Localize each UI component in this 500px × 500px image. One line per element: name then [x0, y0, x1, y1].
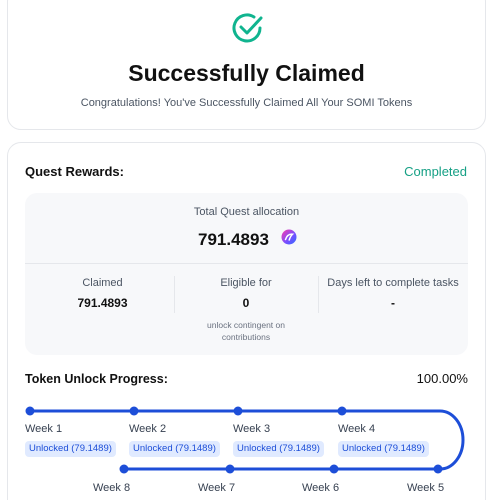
status-badge: Completed — [404, 164, 467, 179]
week-node — [225, 464, 235, 474]
success-subtitle: Congratulations! You've Successfully Cla… — [80, 97, 413, 109]
days-left-label: Days left to complete tasks — [327, 277, 459, 289]
week-label: Week 4 — [338, 423, 376, 435]
week-node — [119, 464, 129, 474]
week-node — [233, 406, 243, 416]
eligible-label: Eligible for — [220, 277, 272, 289]
week-label: Week 7 — [198, 482, 236, 494]
unlock-progress-label: Token Unlock Progress: — [25, 372, 168, 386]
week-label: Week 3 — [233, 423, 271, 435]
week-node — [329, 464, 339, 474]
unlock-timeline: Week 1 Unlocked (79.1489) Week 2 Unlocke… — [0, 400, 500, 500]
week-label: Week 1 — [25, 423, 63, 435]
unlock-badge: Unlocked (79.1489) — [233, 441, 324, 457]
week-label: Week 8 — [93, 482, 131, 494]
allocation-value: 791.4893 — [198, 230, 269, 249]
week-node — [337, 406, 347, 416]
page-title: Successfully Claimed — [128, 60, 365, 86]
week-label: Week 2 — [129, 423, 167, 435]
allocation-label: Total Quest allocation — [193, 206, 300, 218]
claimed-value: 791.4893 — [77, 296, 128, 310]
eligible-value: 0 — [242, 296, 250, 310]
week-label: Week 6 — [302, 482, 340, 494]
week-node — [129, 406, 139, 416]
check-circle-icon — [232, 13, 263, 43]
week-node — [25, 406, 35, 416]
somi-token-icon — [281, 229, 297, 245]
eligible-note: unlock contingent on contributions — [207, 320, 285, 342]
unlock-badge: Unlocked (79.1489) — [129, 441, 220, 457]
allocation-divider — [25, 263, 468, 264]
week-label: Week 5 — [407, 482, 445, 494]
claimed-label: Claimed — [82, 277, 123, 289]
unlock-progress-value: 100.00% — [416, 371, 468, 386]
unlock-badge: Unlocked (79.1489) — [338, 441, 429, 457]
quest-rewards-label: Quest Rewards: — [25, 164, 124, 179]
week-node — [433, 464, 443, 474]
days-left-value: - — [391, 296, 395, 310]
unlock-badge: Unlocked (79.1489) — [25, 441, 116, 457]
